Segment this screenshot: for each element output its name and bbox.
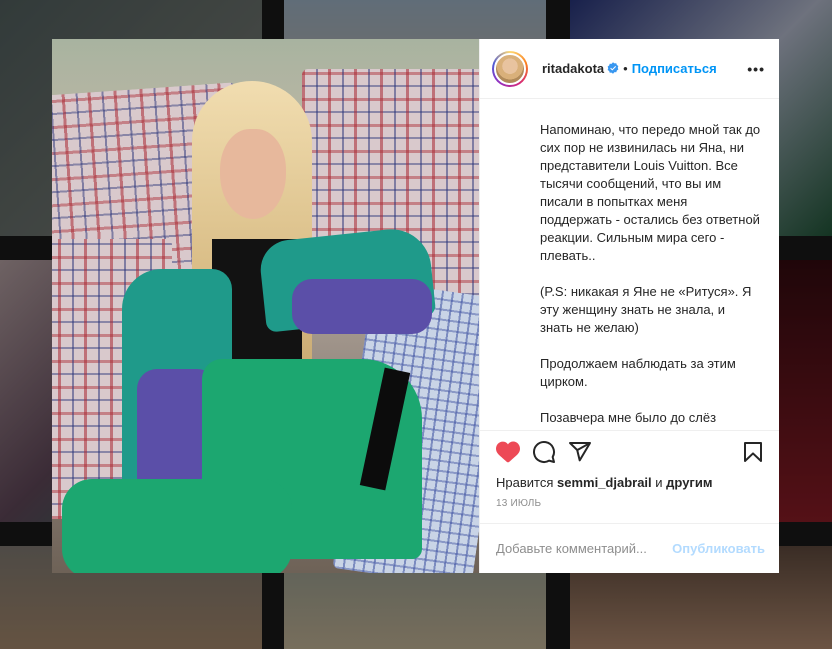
post-header: ritadakota • Подписаться ••• <box>480 39 779 99</box>
comment-icon[interactable] <box>532 440 556 464</box>
username[interactable]: ritadakota <box>542 61 619 76</box>
heart-icon[interactable] <box>496 440 520 464</box>
follow-button[interactable]: Подписаться <box>632 61 717 76</box>
username-text[interactable]: ritadakota <box>542 61 604 76</box>
likes-and: и <box>655 475 663 490</box>
likes-user-link[interactable]: semmi_djabrail <box>557 475 652 490</box>
caption-paragraph: Продолжаем наблюдать за этим цирком. <box>540 356 736 389</box>
comment-bar: Опубликовать <box>480 523 779 573</box>
share-icon[interactable] <box>568 440 592 464</box>
likes-prefix: Нравится <box>496 475 554 490</box>
caption-paragraph: Напоминаю, что передо мной так до сих по… <box>540 122 761 263</box>
post-photo[interactable] <box>52 39 479 573</box>
action-bar <box>480 430 779 473</box>
likes-line: Нравится semmi_djabrail и другим <box>480 473 779 490</box>
verified-icon <box>607 62 619 74</box>
likes-others-link[interactable]: другим <box>666 475 712 490</box>
caption-paragraph: (P.S: никакая я Яне не «Ритуся». Я эту ж… <box>540 284 752 335</box>
avatar[interactable] <box>492 50 528 87</box>
caption-paragraph: Позавчера мне было до слёз обидно и боль… <box>540 410 749 430</box>
post-modal: ritadakota • Подписаться ••• Напоминаю, … <box>52 39 779 573</box>
caption-scroll-area[interactable]: Напоминаю, что передо мной так до сих по… <box>480 99 779 430</box>
caption: Напоминаю, что передо мной так до сих по… <box>540 121 761 430</box>
comment-input[interactable] <box>496 541 673 556</box>
more-options-button[interactable]: ••• <box>747 61 765 77</box>
separator-dot: • <box>623 61 628 76</box>
publish-button[interactable]: Опубликовать <box>672 541 765 556</box>
bookmark-icon[interactable] <box>741 440 765 464</box>
post-date[interactable]: 13 ИЮЛЬ <box>480 490 779 523</box>
post-side-panel: ritadakota • Подписаться ••• Напоминаю, … <box>479 39 779 573</box>
